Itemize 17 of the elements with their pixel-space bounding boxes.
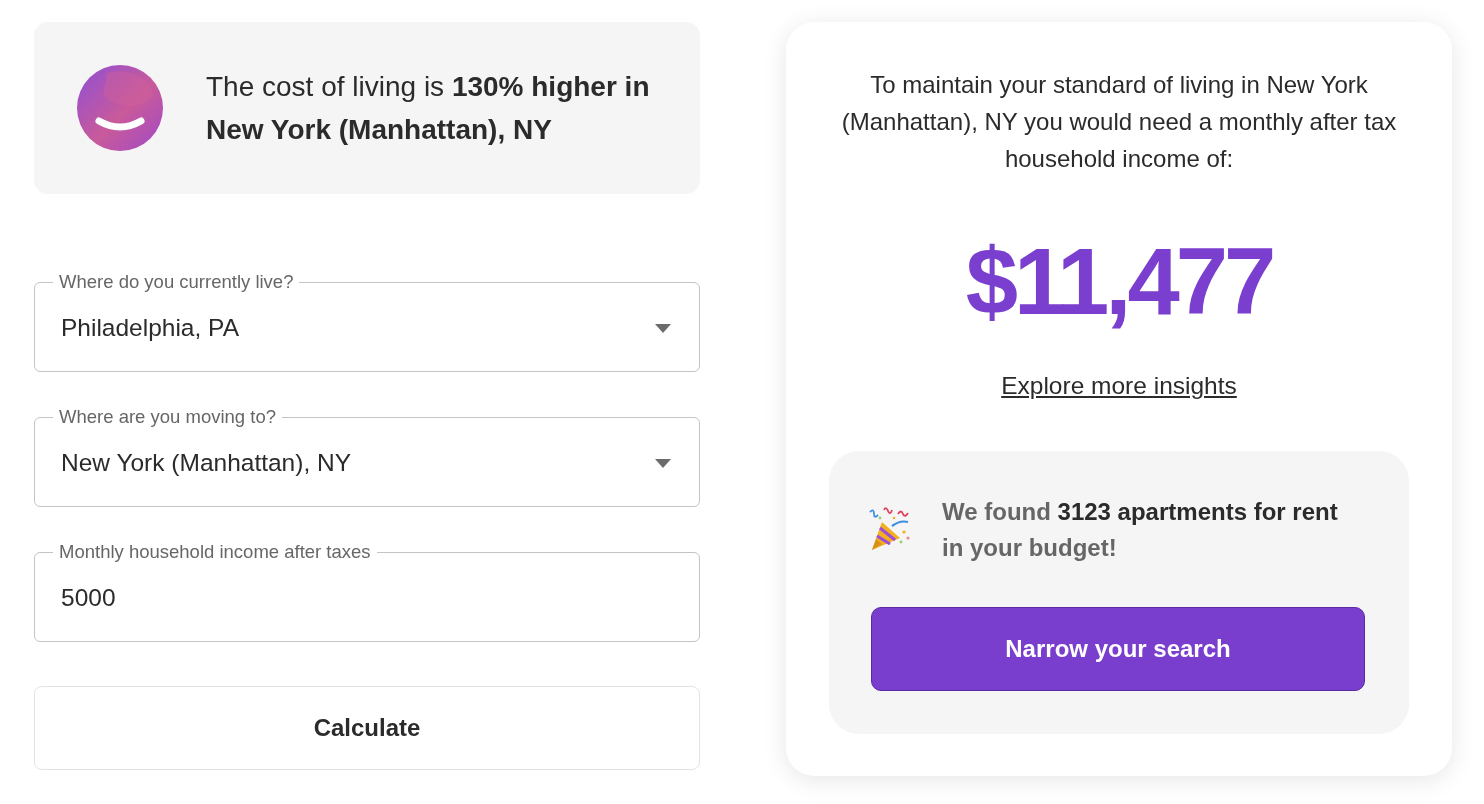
income-field[interactable]: Monthly household income after taxes 5000 xyxy=(34,542,700,642)
cost-summary: The cost of living is 130% higher in New York (Manhattan), NY xyxy=(206,70,651,147)
caret-icon xyxy=(655,458,671,468)
calculate-button[interactable]: Calculate xyxy=(34,686,700,770)
apartments-message: We found 3123 apartments for rent in your budget! xyxy=(942,497,1339,563)
insights-link[interactable]: Explore more insights xyxy=(1001,373,1237,399)
location-select[interactable]: Where do you currently live? Philadelphia, PA xyxy=(34,272,700,372)
party-popper-icon xyxy=(868,506,912,552)
smile-logo-icon xyxy=(77,65,163,151)
caret-icon xyxy=(655,323,671,333)
result-description: To maintain your standard of living in New York (Manhattan), NY you would need a monthly after tax household income of: xyxy=(840,70,1398,174)
field-label: Where are you moving to? xyxy=(58,407,277,427)
income-amount: $11,477 xyxy=(965,235,1273,329)
location-select[interactable]: Where are you moving to? New York (Manhattan), NY xyxy=(34,407,700,507)
field-label: Where do you currently live? xyxy=(58,272,295,292)
field-label: Monthly household income after taxes xyxy=(58,542,372,562)
narrow-search-button[interactable]: Narrow your search xyxy=(871,607,1365,691)
